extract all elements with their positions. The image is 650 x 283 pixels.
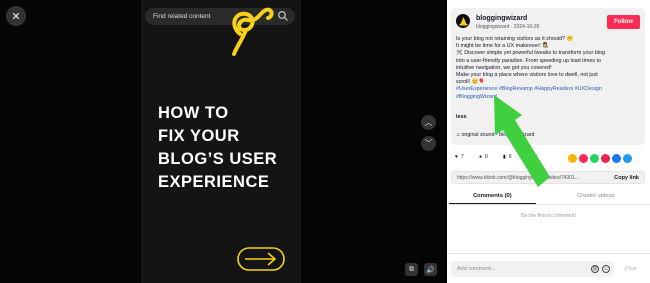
desc-line: scroll! 😊🎈 — [456, 79, 485, 86]
post-card: bloggingwizard bloggingwizard · 2024-10-… — [451, 8, 645, 145]
tiktok-video-view: ✕ Find related content HOW TO FIX YOUR B… — [0, 0, 650, 283]
yellow-swirl-graphic — [232, 7, 274, 56]
post-button[interactable]: Post — [625, 266, 637, 272]
like-count: 7 — [460, 154, 464, 160]
close-icon: ✕ — [11, 10, 21, 23]
comment-button[interactable]: ● 0 — [479, 154, 488, 160]
heart-icon: ♥ — [455, 154, 458, 160]
embed-icon[interactable] — [568, 154, 577, 163]
headline-line: HOW TO — [158, 104, 229, 122]
share-icon[interactable] — [623, 154, 632, 163]
video-headline: HOW TO FIX YOUR BLOG’S USER EXPERIENCE — [158, 102, 277, 194]
headline-line: FIX YOUR — [158, 127, 240, 145]
pinterest-icon[interactable] — [601, 154, 610, 163]
close-button[interactable]: ✕ — [6, 6, 26, 26]
link-row: https://www.tiktok.com/@bloggingwizard/v… — [451, 171, 645, 184]
wizard-hat-icon — [459, 16, 467, 25]
desc-line: intuitive navigation, we got you covered… — [456, 64, 552, 71]
copy-link-button[interactable]: Copy link — [614, 175, 639, 181]
search-icon — [278, 11, 288, 21]
hashtags[interactable]: #UserExperience #BlogRevamp #HappyReader… — [456, 86, 642, 93]
action-bar: ♥ 7 ● 0 ▮ 0 ⇄ 0 — [455, 152, 647, 164]
sound-label: original sound - bloggingwizard — [461, 132, 535, 138]
avatar[interactable] — [456, 14, 470, 28]
like-button[interactable]: ♥ 7 — [455, 154, 464, 160]
comment-bar: Add comment... @ ☺ Post — [447, 253, 650, 283]
repost-button[interactable]: ⇄ 0 — [527, 154, 537, 160]
whatsapp-icon[interactable] — [590, 154, 599, 163]
empty-comments-message: Be the first to comment! — [521, 213, 576, 219]
emoji-icon[interactable]: ☺ — [602, 265, 610, 273]
chevron-down-icon: ﹀ — [424, 139, 433, 148]
comment-input[interactable]: Add comment... @ ☺ — [451, 261, 614, 277]
post-description: Is your blog not retaining visitors as i… — [456, 36, 642, 101]
desc-line: into a user-friendly paradise. From spee… — [456, 57, 602, 64]
search-placeholder: Find related content — [153, 13, 211, 20]
sound-link[interactable]: ♫ original sound - bloggingwizard — [456, 132, 534, 138]
comment-placeholder: Add comment... — [457, 266, 496, 272]
headline-line: BLOG’S USER — [158, 150, 278, 168]
floating-player-button[interactable]: ⧉ — [405, 263, 418, 276]
chevron-up-icon: ︿ — [424, 118, 433, 127]
comment-icon: ● — [479, 154, 483, 160]
tab-comments[interactable]: Comments (0) — [449, 193, 536, 204]
pip-icon: ⧉ — [409, 265, 414, 273]
save-count: 0 — [508, 154, 512, 160]
details-panel: bloggingwizard bloggingwizard · 2024-10-… — [447, 0, 650, 283]
volume-button[interactable]: 🔊 — [424, 263, 437, 276]
repost-count: 0 — [534, 154, 537, 160]
save-button[interactable]: ▮ 0 — [503, 154, 512, 160]
video-url: https://www.tiktok.com/@bloggingwizard/v… — [457, 175, 580, 181]
bookmark-icon: ▮ — [503, 154, 506, 160]
speaker-icon: 🔊 — [426, 266, 435, 274]
next-video-button[interactable]: ﹀ — [421, 136, 436, 151]
comment-count: 0 — [485, 154, 488, 160]
video-area: ✕ Find related content HOW TO FIX YOUR B… — [0, 0, 447, 283]
previous-video-button[interactable]: ︿ — [421, 115, 436, 130]
follow-button[interactable]: Follow — [607, 15, 640, 29]
arrow-right-icon — [237, 247, 285, 271]
tab-creator-videos[interactable]: Creator videos — [577, 193, 615, 199]
facebook-icon[interactable] — [612, 154, 621, 163]
send-icon[interactable] — [579, 154, 588, 163]
tabs: Comments (0) Creator videos — [447, 191, 650, 205]
desc-line: 🛠️ Discover simple yet powerful tweaks t… — [456, 50, 606, 57]
mention-icon[interactable]: @ — [591, 265, 599, 273]
repost-icon: ⇄ — [527, 154, 532, 160]
author-username[interactable]: bloggingwizard — [476, 15, 527, 22]
headline-line: EXPERIENCE — [158, 173, 270, 191]
hashtags[interactable]: #BloggingWizard — [456, 94, 642, 101]
less-toggle[interactable]: less — [456, 114, 467, 120]
author-subline: bloggingwizard · 2024-10-26 — [476, 24, 540, 30]
